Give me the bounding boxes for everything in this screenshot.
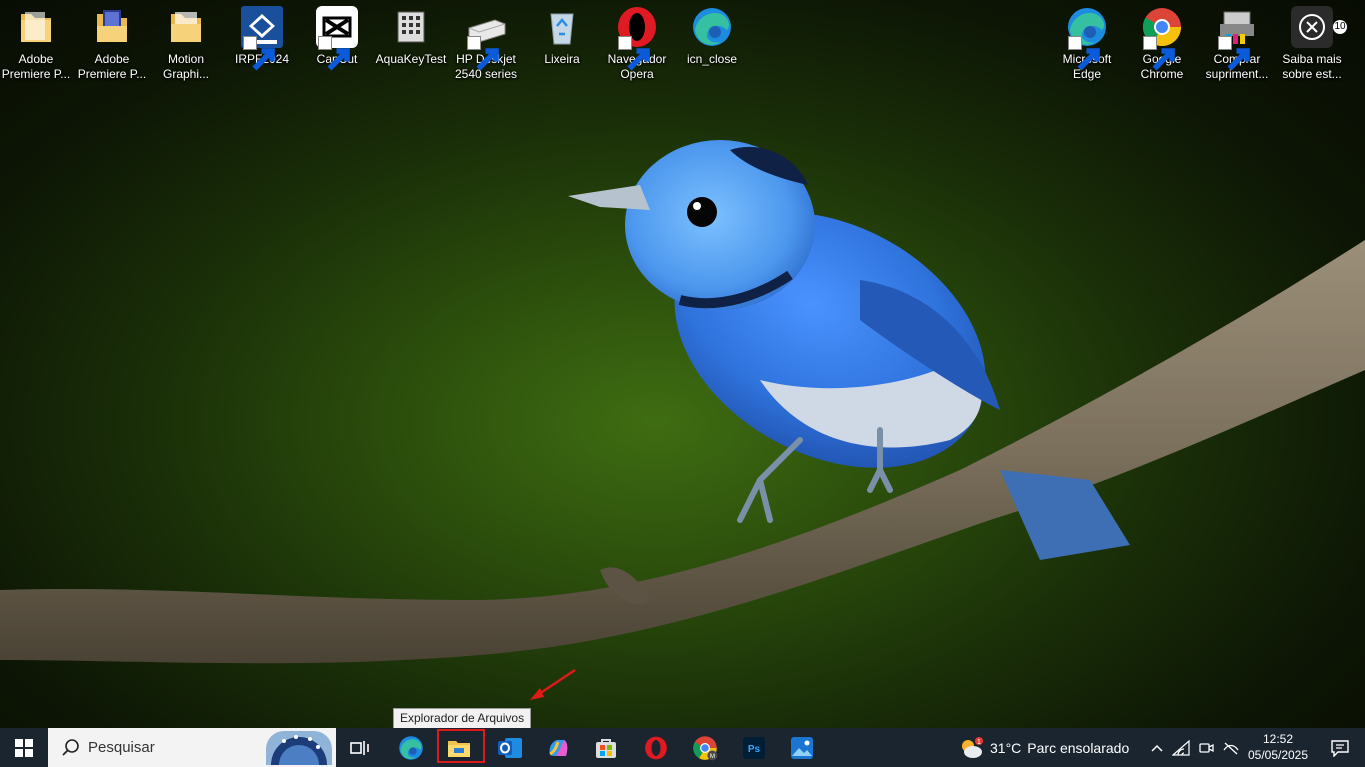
taskbar-opera[interactable]: [640, 728, 672, 767]
desktop-icon-aquakeytest[interactable]: AquaKeyTest: [375, 6, 447, 67]
irpf-icon: [241, 6, 283, 71]
notification-count-badge: 10: [1333, 20, 1347, 34]
desktop-icon-comprar-suprimentos[interactable]: Comprar supriment...: [1201, 6, 1273, 82]
keypad-icon: [390, 6, 432, 48]
svg-text:1: 1: [977, 739, 981, 746]
annotation-arrow: [535, 668, 576, 698]
folder-icon: [15, 6, 57, 48]
desktop-icon-label: Adobe Premiere P...: [77, 52, 147, 81]
taskbar-photos[interactable]: [786, 728, 818, 767]
annotation-highlight-box: [437, 729, 485, 763]
desktop-icon-microsoft-edge[interactable]: Microsoft Edge: [1051, 6, 1123, 82]
edge-icon: [691, 6, 733, 48]
chrome-icon: [1141, 6, 1183, 71]
chevron-up-icon[interactable]: [1150, 743, 1164, 753]
shortcut-arrow-icon: [618, 36, 650, 71]
clock-time: 12:52: [1262, 732, 1294, 746]
desktop-icon-google-chrome[interactable]: Google Chrome: [1126, 6, 1198, 82]
opera-icon: [645, 736, 667, 759]
desktop-icon-opera[interactable]: Navegador Opera: [601, 6, 673, 82]
edge-icon: [1066, 6, 1108, 71]
taskbar-photoshop[interactable]: Ps: [738, 728, 770, 767]
weather-temp: 31°C: [990, 739, 1022, 756]
desktop-icon-hp-deskjet[interactable]: HP Deskjet 2540 series: [450, 6, 522, 82]
wallpaper-bird-on-branch: [0, 140, 1365, 700]
system-tray: [1150, 728, 1240, 767]
desktop-icon-adobe-premiere-2[interactable]: Adobe Premiere P...: [76, 6, 148, 82]
notification-icon: [1331, 739, 1349, 757]
spotlight-icon: [1291, 6, 1333, 48]
tooltip-file-explorer: Explorador de Arquivos: [393, 708, 532, 729]
weather-condition: Parc ensolarado: [1027, 739, 1130, 756]
svg-text:M: M: [710, 752, 715, 759]
meet-camera-icon[interactable]: [1198, 740, 1214, 756]
taskbar: Pesquisar M Ps 1 31°C Parc ensolarado 12…: [0, 728, 1365, 767]
printer-icon: [465, 6, 507, 71]
chrome-icon: M: [693, 735, 718, 760]
weather-widget[interactable]: 1 31°C Parc ensolarado: [958, 728, 1129, 767]
opera-icon: [616, 6, 658, 71]
clock[interactable]: 12:52 05/05/2025: [1244, 731, 1312, 763]
edge-icon: [399, 735, 423, 760]
store-icon: [596, 738, 616, 758]
photoshop-icon: Ps: [743, 736, 765, 759]
desktop-icon-adobe-premiere-1[interactable]: Adobe Premiere P...: [0, 6, 72, 82]
printer-ink-icon: [1216, 6, 1258, 71]
bird-tail: [1000, 470, 1130, 560]
premiere-folder-icon: [91, 6, 133, 48]
desktop-icon-label: AquaKeyTest: [375, 52, 447, 66]
taskbar-copilot[interactable]: [542, 728, 574, 767]
shortcut-arrow-icon: [467, 36, 499, 71]
desktop-icon-motion-graphics[interactable]: Motion Graphi...: [150, 6, 222, 82]
search-box[interactable]: Pesquisar: [48, 728, 336, 767]
shortcut-arrow-icon: [1218, 36, 1250, 71]
search-icon: [62, 738, 79, 756]
taskbar-store[interactable]: [590, 728, 622, 767]
desktop-icon-label: Adobe Premiere P...: [1, 52, 71, 81]
desktop-icon-capcut[interactable]: CapCut: [301, 6, 373, 71]
shortcut-arrow-icon: [243, 36, 275, 71]
recycle-bin-icon: [541, 6, 583, 48]
taskbar-outlook[interactable]: [494, 728, 526, 767]
notification-center-button[interactable]: [1320, 728, 1360, 767]
desktop-icon-label: Saiba mais sobre est...: [1282, 52, 1342, 81]
desktop-icon-label: icn_close: [686, 52, 738, 66]
shortcut-arrow-icon: [318, 36, 350, 71]
wifi-icon[interactable]: [1172, 739, 1190, 756]
shortcut-arrow-icon: [1068, 36, 1100, 71]
svg-text:Ps: Ps: [748, 744, 761, 755]
outlook-icon: [498, 737, 522, 758]
desktop-icon-label: Lixeira: [544, 52, 580, 66]
clock-date: 05/05/2025: [1247, 748, 1309, 762]
shortcut-arrow-icon: [1143, 36, 1175, 71]
desktop-icon-label: Motion Graphi...: [162, 52, 210, 81]
desktop-icon-saiba-mais[interactable]: Saiba mais sobre est...: [1276, 6, 1348, 82]
capcut-icon: [316, 6, 358, 71]
network-offline-icon[interactable]: [1222, 740, 1240, 756]
desktop-icon-irpf2024[interactable]: IRPF2024: [226, 6, 298, 71]
desktop-icon-icn-close[interactable]: icn_close: [676, 6, 748, 67]
partly-sunny-icon: 1: [962, 736, 983, 758]
copilot-icon: [549, 739, 568, 756]
bird-beak: [568, 185, 650, 210]
search-placeholder: Pesquisar: [88, 739, 155, 756]
desktop-icon-lixeira[interactable]: Lixeira: [526, 6, 598, 67]
bird-eye: [687, 197, 717, 227]
task-view-button[interactable]: [346, 728, 374, 767]
search-highlight-art: [266, 731, 332, 765]
task-view-icon: [350, 740, 369, 755]
photos-icon: [791, 736, 813, 759]
taskbar-chrome[interactable]: M: [688, 728, 722, 767]
taskbar-edge[interactable]: [394, 728, 428, 767]
folder-icon: [165, 6, 207, 48]
windows-logo-icon: [15, 738, 33, 757]
start-button[interactable]: [0, 728, 48, 767]
